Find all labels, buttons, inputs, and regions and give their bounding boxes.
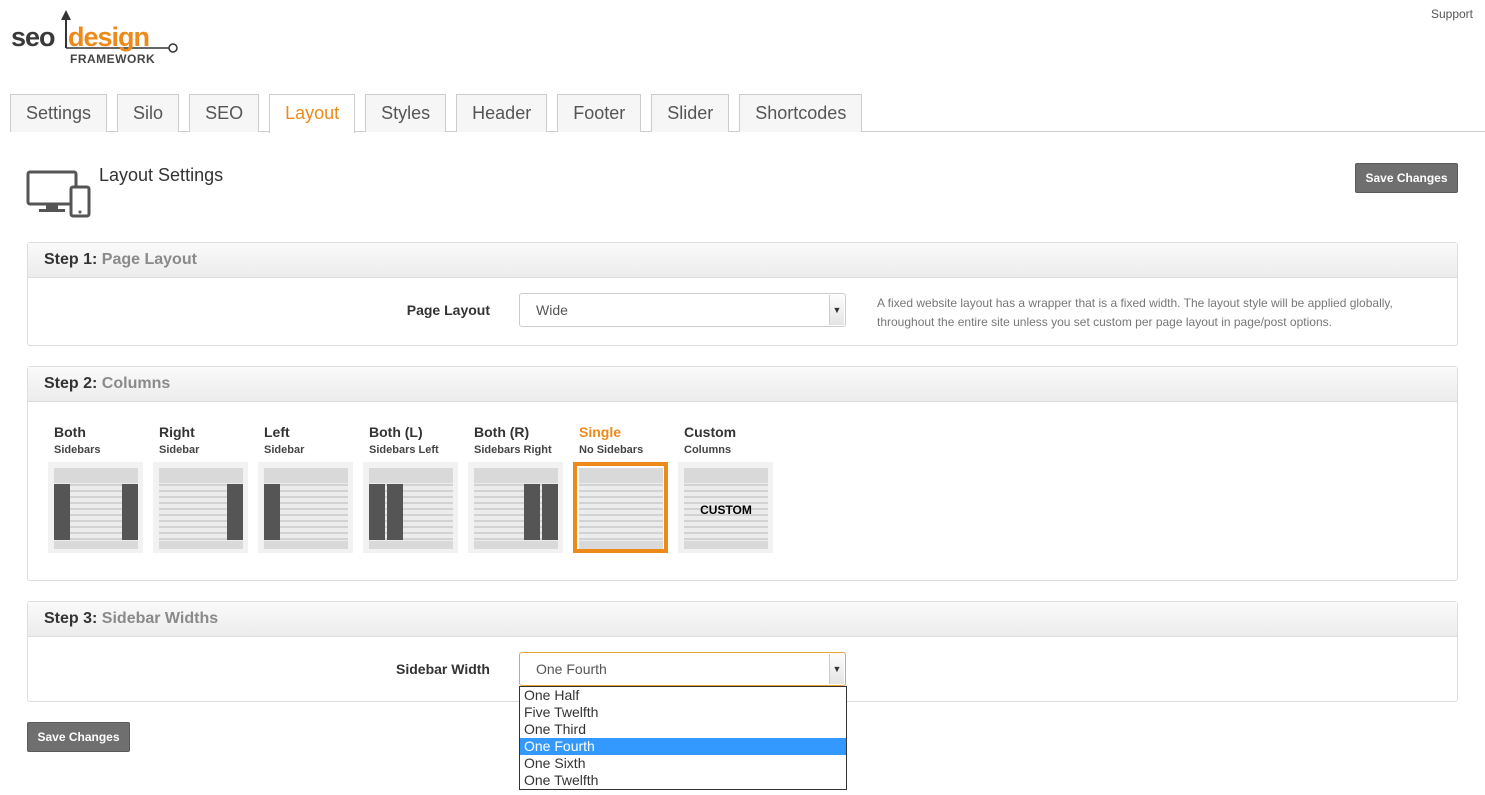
column-option-subtitle: Sidebars Right: [474, 444, 552, 456]
column-option-single[interactable]: Single No Sidebars: [573, 424, 668, 553]
step2-panel: Step 2: Columns Both Sidebars Right Side…: [27, 366, 1458, 581]
sidebar-width-dropdown[interactable]: One Half Five Twelfth One Third One Four…: [519, 686, 847, 790]
column-option-title: Left: [264, 424, 290, 440]
column-option-subtitle: No Sidebars: [579, 444, 644, 456]
seodesign-logo: seo design FRAMEWORK: [11, 8, 181, 70]
step1-panel: Step 1: Page Layout Page Layout Wide ▼ A…: [27, 242, 1458, 346]
logo-framework-text: FRAMEWORK: [70, 52, 156, 66]
tab-layout[interactable]: Layout: [269, 94, 356, 133]
column-option-left[interactable]: Left Sidebar: [258, 424, 353, 553]
tab-shortcodes[interactable]: Shortcodes: [739, 94, 863, 132]
tab-footer[interactable]: Footer: [557, 94, 642, 132]
column-option-title: Custom: [684, 424, 737, 440]
sidebar-width-option[interactable]: One Twelfth: [520, 772, 846, 789]
tab-bar: Settings Silo SEO Layout Styles Header F…: [10, 94, 863, 133]
layout-thumb-both-left[interactable]: [363, 462, 458, 553]
sidebar-width-label: Sidebar Width: [396, 661, 490, 677]
layout-thumb-right[interactable]: [153, 462, 248, 553]
layout-thumb-left[interactable]: [258, 462, 353, 553]
step2-title: Columns: [101, 375, 171, 392]
page-layout-help: A fixed website layout has a wrapper tha…: [877, 296, 1393, 329]
column-option-both-right[interactable]: Both (R) Sidebars Right: [468, 424, 563, 553]
step2-header: Step 2: Columns: [28, 367, 1457, 402]
page-layout-label: Page Layout: [406, 302, 490, 318]
column-option-title: Both: [54, 424, 86, 440]
page-layout-select[interactable]: Wide ▼: [519, 293, 846, 327]
column-option-title: Right: [159, 424, 195, 440]
page-layout-value: Wide: [536, 302, 568, 318]
sidebar-width-option[interactable]: One Third: [520, 721, 846, 738]
tab-slider[interactable]: Slider: [651, 94, 730, 132]
column-option-both[interactable]: Both Sidebars: [48, 424, 143, 553]
logo-seo-text: seo: [11, 22, 56, 52]
layout-thumb-both-right[interactable]: [468, 462, 563, 553]
sidebar-width-option[interactable]: One Half: [520, 687, 846, 704]
devices-icon: [26, 170, 91, 218]
sidebar-width-value: One Fourth: [536, 661, 607, 677]
step3-title: Sidebar Widths: [101, 610, 219, 627]
column-option-title: Both (R): [474, 424, 530, 440]
sidebar-width-option-selected[interactable]: One Fourth: [520, 738, 846, 755]
layout-thumb-both[interactable]: [48, 462, 143, 553]
column-option-subtitle: Sidebar: [264, 444, 305, 456]
tab-styles[interactable]: Styles: [365, 94, 447, 132]
column-option-title: Both (L): [369, 424, 423, 440]
column-option-custom[interactable]: Custom Columns CUSTOM: [678, 424, 773, 553]
custom-thumb-label: CUSTOM: [700, 503, 752, 517]
sidebar-width-option[interactable]: One Sixth: [520, 755, 846, 772]
column-option-subtitle: Sidebars: [54, 444, 101, 456]
logo-design-text: design: [68, 22, 150, 52]
support-link[interactable]: Support: [1431, 7, 1473, 21]
tab-settings[interactable]: Settings: [10, 94, 108, 132]
save-changes-button-top[interactable]: Save Changes: [1355, 163, 1458, 193]
column-option-subtitle: Sidebars Left: [369, 444, 439, 456]
column-option-right[interactable]: Right Sidebar: [153, 424, 248, 553]
column-option-subtitle: Sidebar: [159, 444, 200, 456]
layout-thumb-single[interactable]: [573, 462, 668, 553]
step1-prefix: Step 1:: [44, 251, 98, 268]
tab-silo[interactable]: Silo: [117, 94, 180, 132]
tab-seo[interactable]: SEO: [189, 94, 260, 132]
step1-header: Step 1: Page Layout: [28, 243, 1457, 278]
save-changes-button-bottom[interactable]: Save Changes: [27, 722, 130, 752]
sidebar-width-select[interactable]: One Fourth ▼: [519, 652, 846, 686]
tab-header[interactable]: Header: [456, 94, 548, 132]
column-option-both-left[interactable]: Both (L) Sidebars Left: [363, 424, 458, 553]
column-option-subtitle: Columns: [684, 444, 732, 456]
chevron-down-icon[interactable]: ▼: [829, 654, 844, 684]
sidebar-width-option[interactable]: Five Twelfth: [520, 704, 846, 721]
step1-title: Page Layout: [101, 251, 197, 268]
page-title: Layout Settings: [99, 165, 224, 185]
step2-prefix: Step 2:: [44, 375, 98, 392]
column-option-title: Single: [579, 424, 622, 440]
chevron-down-icon[interactable]: ▼: [829, 295, 844, 325]
step3-header: Step 3: Sidebar Widths: [28, 602, 1457, 637]
layout-thumb-custom[interactable]: CUSTOM: [678, 462, 773, 553]
step3-prefix: Step 3:: [44, 610, 98, 627]
